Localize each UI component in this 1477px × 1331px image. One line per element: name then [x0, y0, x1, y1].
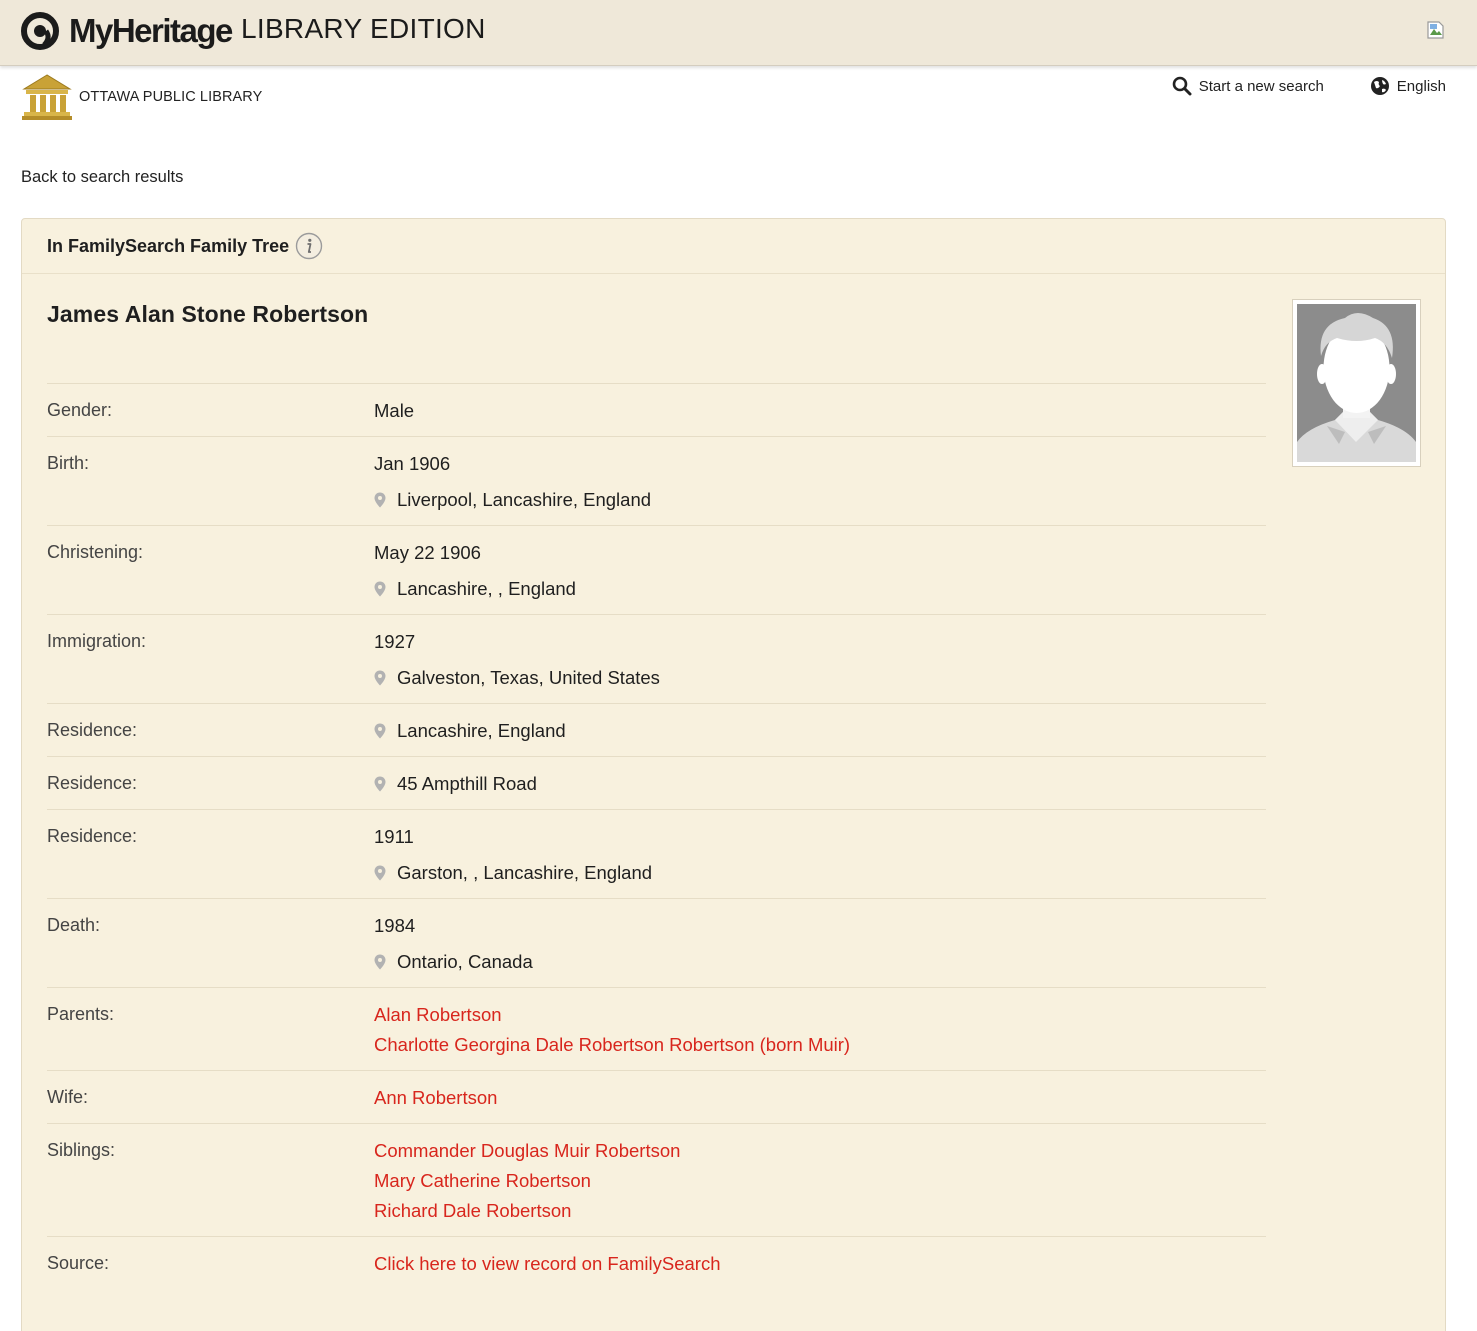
location-pin-icon [374, 581, 386, 597]
fact-label: Parents: [47, 1004, 115, 1024]
myheritage-logo[interactable]: MyHeritage [21, 11, 233, 51]
fact-row-wife: Wife: Ann Robertson [47, 1070, 1266, 1123]
record-panel: In FamilySearch Family Tree James Alan S… [21, 218, 1446, 1331]
location-pin-icon [374, 776, 386, 792]
library-branding: OTTAWA PUBLIC LIBRARY [21, 73, 262, 121]
globe-icon [1370, 77, 1389, 95]
fact-row-residence: Residence: 1911 Garston, , Lancashire, E… [47, 809, 1266, 898]
location-pin-icon [374, 670, 386, 686]
fact-row-christening: Christening: May 22 1906 Lancashire, , E… [47, 525, 1266, 614]
person-name: James Alan Stone Robertson [47, 301, 369, 327]
fact-label: Gender: [47, 400, 113, 420]
fact-place: Lancashire, , England [374, 578, 1266, 600]
fact-place: Ontario, Canada [374, 951, 1266, 973]
fact-row-gender: Gender: Male [47, 383, 1266, 436]
view-on-familysearch-link[interactable]: Click here to view record on FamilySearc… [374, 1253, 1266, 1275]
fact-row-birth: Birth: Jan 1906 Liverpool, Lancashire, E… [47, 436, 1266, 525]
fact-label: Residence: [47, 826, 138, 846]
fact-place: Lancashire, England [374, 720, 1266, 742]
fact-label: Wife: [47, 1087, 89, 1107]
sibling-link[interactable]: Commander Douglas Muir Robertson [374, 1140, 1266, 1162]
fact-row-immigration: Immigration: 1927 Galveston, Texas, Unit… [47, 614, 1266, 703]
language-label: English [1396, 77, 1446, 95]
location-pin-icon [374, 723, 386, 739]
fact-value: Male [374, 400, 415, 421]
location-pin-icon [374, 492, 386, 508]
fact-label: Source: [47, 1253, 110, 1273]
panel-header: In FamilySearch Family Tree [22, 219, 1445, 274]
fact-row-source: Source: Click here to view record on Fam… [47, 1236, 1266, 1289]
parent-link[interactable]: Charlotte Georgina Dale Robertson Robert… [374, 1034, 1266, 1056]
info-icon[interactable] [295, 232, 323, 260]
facts-list: Gender: Male Birth: Jan 1906 Liverpool, … [47, 383, 1266, 1289]
top-links: Start a new search English [1172, 76, 1446, 96]
fact-row-residence: Residence: 45 Ampthill Road [47, 756, 1266, 809]
fact-place-text: 45 Ampthill Road [397, 773, 537, 794]
fact-place-text: Lancashire, England [397, 720, 566, 741]
fact-label: Death: [47, 915, 101, 935]
fact-place: Liverpool, Lancashire, England [374, 489, 1266, 511]
fact-label: Siblings: [47, 1140, 116, 1160]
search-icon [1172, 76, 1192, 96]
panel-title: In FamilySearch Family Tree [47, 235, 290, 256]
fact-place: 45 Ampthill Road [374, 773, 1266, 795]
fact-row-siblings: Siblings: Commander Douglas Muir Roberts… [47, 1123, 1266, 1236]
broken-image-icon [1427, 21, 1444, 39]
fact-place-text: Lancashire, , England [397, 578, 576, 599]
fact-label: Residence: [47, 773, 138, 793]
fact-date: 1984 [374, 915, 416, 936]
fact-row-death: Death: 1984 Ontario, Canada [47, 898, 1266, 987]
fact-place-text: Liverpool, Lancashire, England [397, 489, 652, 510]
fact-place-text: Garston, , Lancashire, England [397, 862, 653, 883]
fact-row-parents: Parents: Alan Robertson Charlotte Georgi… [47, 987, 1266, 1070]
fact-date: 1927 [374, 631, 416, 652]
fact-place: Galveston, Texas, United States [374, 667, 1266, 689]
fact-place: Garston, , Lancashire, England [374, 862, 1266, 884]
fact-date: May 22 1906 [374, 542, 481, 563]
fact-date: Jan 1906 [374, 453, 451, 474]
library-building-icon [22, 74, 72, 120]
fact-date: 1911 [374, 826, 414, 847]
start-new-search-link[interactable]: Start a new search [1172, 76, 1324, 96]
fact-place-text: Ontario, Canada [397, 951, 533, 972]
profile-photo [1292, 299, 1421, 467]
myheritage-logo-icon [21, 12, 59, 50]
library-name: OTTAWA PUBLIC LIBRARY [79, 89, 263, 105]
back-to-search-results-link[interactable]: Back to search results [21, 168, 183, 187]
fact-row-residence: Residence: Lancashire, England [47, 703, 1266, 756]
location-pin-icon [374, 954, 386, 970]
fact-label: Birth: [47, 453, 90, 473]
edition-label: LIBRARY EDITION [241, 13, 486, 44]
start-new-search-label: Start a new search [1198, 77, 1324, 95]
fact-label: Immigration: [47, 631, 147, 651]
wife-link[interactable]: Ann Robertson [374, 1087, 1266, 1109]
parent-link[interactable]: Alan Robertson [374, 1004, 1266, 1026]
fact-label: Christening: [47, 542, 144, 562]
sibling-link[interactable]: Mary Catherine Robertson [374, 1170, 1266, 1192]
location-pin-icon [374, 865, 386, 881]
fact-label: Residence: [47, 720, 138, 740]
brand-name: MyHeritage [69, 12, 233, 49]
sibling-link[interactable]: Richard Dale Robertson [374, 1200, 1266, 1222]
top-header: MyHeritage LIBRARY EDITION [0, 0, 1477, 66]
fact-place-text: Galveston, Texas, United States [397, 667, 660, 688]
language-selector[interactable]: English [1370, 76, 1446, 96]
silhouette-avatar-icon [1297, 304, 1416, 462]
